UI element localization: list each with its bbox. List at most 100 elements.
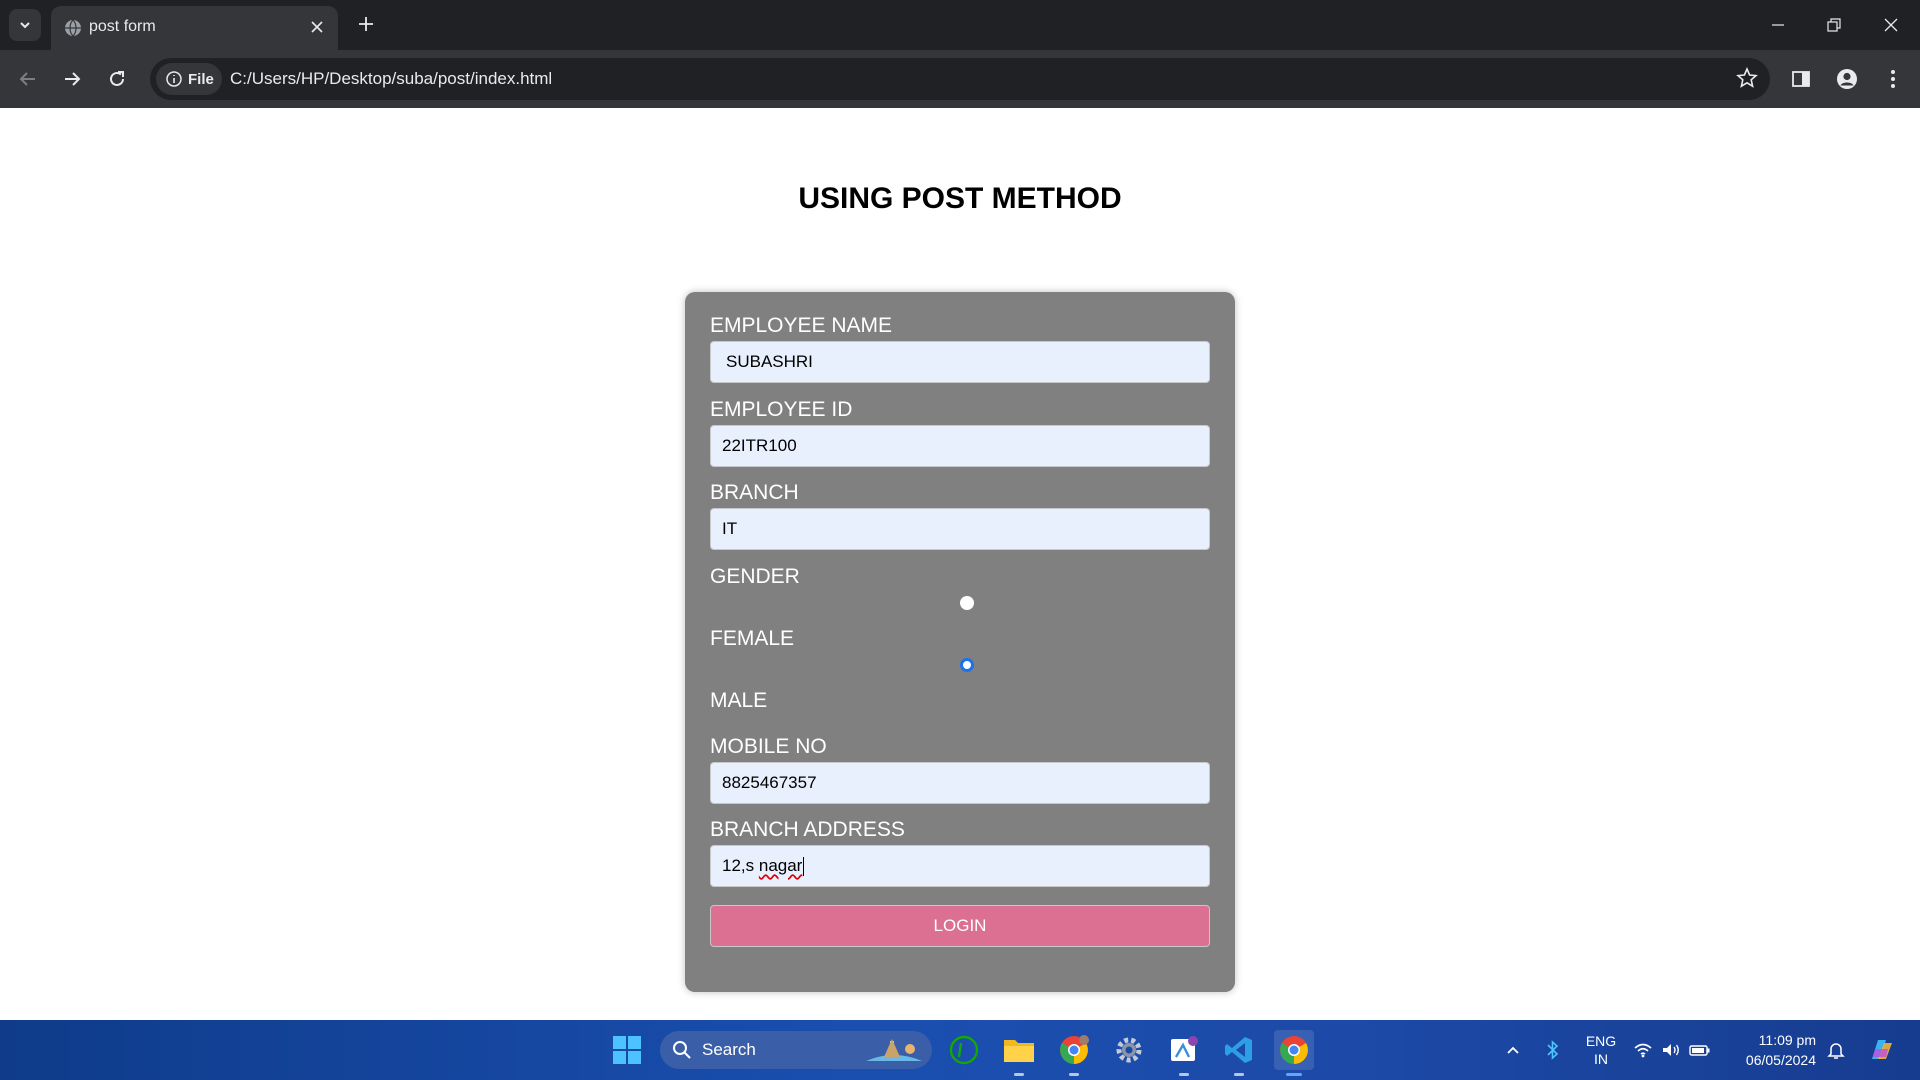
- running-indicator: [1014, 1073, 1024, 1076]
- page-viewport: USING POST METHOD EMPLOYEE NAME SUBASHRI…: [0, 108, 1920, 1020]
- volume-icon: [1663, 1044, 1679, 1056]
- tab-search-button[interactable]: [9, 9, 41, 41]
- running-indicator: [1179, 1073, 1189, 1076]
- taskbar-app-upwork[interactable]: [944, 1030, 984, 1070]
- forward-button[interactable]: [56, 63, 88, 95]
- chrome-icon: [1280, 1036, 1308, 1064]
- clock-time: 11:09 pm: [1758, 1032, 1816, 1048]
- copilot-icon: [1872, 1040, 1892, 1059]
- language-bottom: IN: [1594, 1051, 1608, 1067]
- copilot-button[interactable]: [1861, 1030, 1901, 1070]
- close-window-button[interactable]: [1871, 8, 1911, 42]
- url-text[interactable]: C:/Users/HP/Desktop/suba/post/index.html: [230, 69, 552, 89]
- browser-tab[interactable]: post form: [51, 6, 338, 50]
- branch-address-value: 12,s nagar: [722, 856, 802, 876]
- browser-tab-strip: post form: [0, 0, 1920, 50]
- running-indicator: [1234, 1073, 1244, 1076]
- notification-bell-icon: [1827, 1043, 1845, 1059]
- address-prefix: 12,s: [722, 856, 759, 875]
- employee-name-label: EMPLOYEE NAME: [710, 314, 893, 337]
- branch-value: IT: [722, 519, 738, 538]
- employee-name-value: SUBASHRI: [726, 352, 813, 371]
- gender-radio-male[interactable]: [960, 658, 974, 672]
- search-label: Search: [702, 1040, 756, 1059]
- bookmark-button[interactable]: [1736, 66, 1758, 94]
- employee-id-field[interactable]: 22ITR100: [710, 425, 1210, 467]
- side-panel-button[interactable]: [1785, 63, 1817, 95]
- tab-close-button[interactable]: [306, 16, 328, 38]
- site-chip-label: File: [188, 70, 214, 88]
- branch-address-field[interactable]: 12,s nagar: [710, 845, 1210, 887]
- language-top: ENG: [1585, 1033, 1617, 1049]
- active-indicator: [1286, 1073, 1302, 1076]
- notifications-button[interactable]: [1816, 1030, 1856, 1070]
- language-indicator[interactable]: ENG IN: [1577, 1032, 1625, 1068]
- branch-field[interactable]: IT: [710, 508, 1210, 550]
- browser-toolbar: File C:/Users/HP/Desktop/suba/post/index…: [0, 50, 1920, 108]
- plus-icon: [359, 17, 373, 31]
- reload-icon: [110, 71, 124, 86]
- taskbar-app-file-explorer[interactable]: [999, 1030, 1039, 1076]
- employee-id-value: 22ITR100: [722, 436, 797, 455]
- clock[interactable]: 11:09 pm 06/05/2024: [1746, 1030, 1816, 1070]
- gender-label: GENDER: [710, 565, 800, 588]
- post-form: EMPLOYEE NAME SUBASHRI EMPLOYEE ID 22ITR…: [685, 292, 1235, 992]
- bluetooth-button[interactable]: [1533, 1030, 1573, 1070]
- gender-radio-female[interactable]: [960, 596, 974, 610]
- site-info-chip[interactable]: File: [156, 63, 222, 95]
- mobile-label: MOBILE NO: [710, 735, 827, 758]
- restore-icon: [1827, 18, 1841, 32]
- minimize-icon: [1772, 24, 1784, 26]
- mobile-field[interactable]: 8825467357: [710, 762, 1210, 804]
- wifi-icon: [1634, 1043, 1652, 1058]
- mail-app-icon: [1171, 1036, 1198, 1061]
- close-icon: [311, 21, 323, 33]
- taskbar-app-mail[interactable]: [1164, 1030, 1204, 1076]
- chevron-down-icon: [20, 22, 30, 29]
- tab-title: post form: [89, 18, 156, 35]
- bluetooth-icon: [1547, 1040, 1559, 1060]
- kebab-menu-icon: [1891, 70, 1895, 88]
- profile-button[interactable]: [1831, 63, 1863, 95]
- back-button[interactable]: [12, 63, 44, 95]
- taskbar-app-settings[interactable]: [1109, 1030, 1149, 1070]
- chrome-icon: [1060, 1035, 1089, 1064]
- mobile-value: 8825467357: [722, 773, 817, 792]
- arrow-left-icon: [19, 72, 35, 86]
- folder-icon: [1004, 1040, 1034, 1062]
- menu-button[interactable]: [1877, 63, 1909, 95]
- search-icon: [673, 1041, 691, 1059]
- reload-button[interactable]: [101, 63, 133, 95]
- minimize-button[interactable]: [1758, 8, 1798, 42]
- side-panel-icon: [1792, 71, 1810, 87]
- address-bar[interactable]: File C:/Users/HP/Desktop/suba/post/index…: [150, 58, 1770, 100]
- upwork-icon: [949, 1035, 979, 1065]
- taskbar-app-vscode[interactable]: [1219, 1030, 1259, 1076]
- search-highlight-icon: [866, 1039, 922, 1061]
- windows-logo-icon: [613, 1036, 641, 1064]
- branch-address-label: BRANCH ADDRESS: [710, 818, 905, 841]
- branch-label: BRANCH: [710, 481, 799, 504]
- star-icon: [1736, 66, 1758, 88]
- globe-icon: [65, 19, 81, 37]
- running-indicator: [1069, 1073, 1079, 1076]
- close-icon: [1884, 18, 1898, 32]
- tray-overflow-button[interactable]: [1493, 1030, 1533, 1070]
- quick-settings-button[interactable]: [1627, 1030, 1717, 1070]
- employee-name-field[interactable]: SUBASHRI: [710, 341, 1210, 383]
- text-caret: [803, 856, 805, 876]
- info-icon: [166, 71, 182, 87]
- new-tab-button[interactable]: [353, 11, 379, 37]
- avatar-icon: [1837, 69, 1857, 89]
- taskbar-app-chrome-profile[interactable]: [1054, 1030, 1094, 1076]
- login-button[interactable]: LOGIN: [710, 905, 1210, 947]
- restore-button[interactable]: [1814, 8, 1854, 42]
- battery-icon: [1689, 1045, 1710, 1056]
- address-misspelled-word: nagar: [758, 856, 803, 875]
- taskbar-app-chrome[interactable]: [1274, 1030, 1314, 1076]
- page-title: USING POST METHOD: [798, 182, 1122, 215]
- taskbar-search[interactable]: Search: [660, 1031, 932, 1069]
- clock-date: 06/05/2024: [1745, 1052, 1816, 1068]
- vscode-icon: [1225, 1037, 1252, 1063]
- start-button[interactable]: [607, 1030, 647, 1070]
